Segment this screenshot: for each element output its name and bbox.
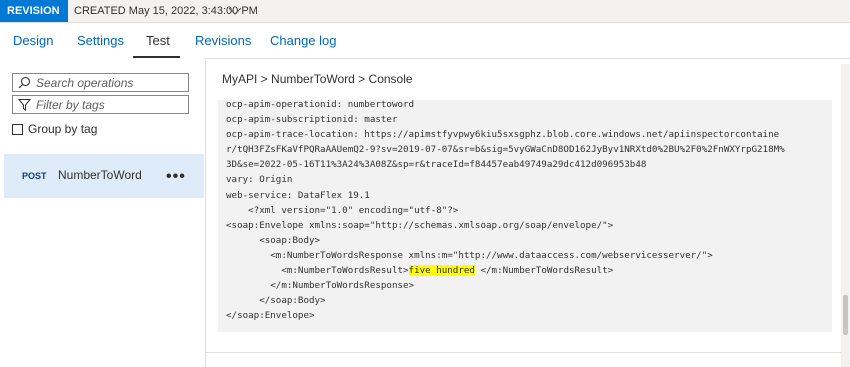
console-line: r/tQH3FZsFKaVfPQRaAAUemQ2-9?sv=2019-07-0… [226, 144, 785, 156]
operation-item[interactable]: POST NumberToWord ••• [4, 154, 204, 198]
group-by-tag-label: Group by tag [28, 122, 98, 136]
console-line: ocp-apim-subscriptionid: master [226, 114, 398, 126]
more-options-icon[interactable]: ••• [166, 168, 186, 186]
revision-badge[interactable]: REVISION 1 [0, 0, 68, 39]
breadcrumb-separator: > [257, 72, 272, 86]
breadcrumb-operation[interactable]: NumberToWord [271, 72, 355, 86]
breadcrumb-api[interactable]: MyAPI [222, 72, 257, 86]
console-response: ocp-apim-operationid: numbertoword ocp-ap… [218, 100, 832, 332]
console-line: <soap:Envelope xmlns:soap="http://schema… [226, 219, 614, 231]
operation-name: NumberToWord [58, 168, 142, 182]
operations-panel: Group by tag POST NumberToWord ••• [0, 58, 206, 367]
breadcrumb: MyAPI > NumberToWord > Console [222, 72, 413, 86]
tab-revisions[interactable]: Revisions [195, 22, 251, 58]
console-line: <?xml version="1.0" encoding="utf-8"?> [226, 204, 459, 216]
tab-design[interactable]: Design [13, 22, 53, 58]
console-line: </m:NumberToWordsResponse> [226, 280, 415, 292]
console-result-line: <m:NumberToWordsResult>five hundred </m:… [226, 263, 824, 278]
http-method-badge: POST [22, 171, 47, 181]
revision-bar: REVISION 1 CREATED May 15, 2022, 3:43:00… [0, 0, 850, 39]
console-line: vary: Origin [226, 174, 293, 186]
filter-input[interactable] [36, 97, 186, 112]
chevron-down-icon[interactable] [228, 5, 242, 17]
tab-test[interactable]: Test [146, 22, 170, 58]
group-by-tag-checkbox[interactable] [12, 123, 23, 135]
breadcrumb-separator: > [354, 72, 369, 86]
tab-change-log[interactable]: Change log [270, 22, 337, 58]
search-icon [18, 76, 31, 89]
result-open-tag: <m:NumberToWordsResult> [226, 265, 409, 277]
scrollbar-thumb[interactable] [843, 295, 848, 335]
result-close-tag: </m:NumberToWordsResult> [474, 265, 614, 277]
group-by-tag-toggle[interactable]: Group by tag [12, 121, 97, 137]
tab-settings[interactable]: Settings [77, 22, 124, 58]
console-line: ocp-apim-operationid: numbertoword [226, 100, 415, 110]
tab-bar: Design Settings Test Revisions Change lo… [0, 22, 850, 59]
breadcrumb-current: Console [368, 72, 413, 86]
console-line: <m:NumberToWordsResponse xmlns:m="http:/… [226, 249, 713, 261]
search-box [12, 73, 189, 92]
highlighted-result-value: five hundred [408, 265, 475, 277]
search-input[interactable] [36, 75, 186, 90]
filter-icon [18, 99, 31, 111]
console-line: </soap:Envelope> [226, 310, 315, 322]
console-line: web-service: DataFlex 19.1 [226, 189, 370, 201]
console-line: ocp-apim-trace-location: https://apimstf… [226, 129, 780, 141]
console-line: </soap:Body> [226, 295, 326, 307]
filter-box [12, 95, 189, 114]
console-line: 3D&se=2022-05-16T11%3A24%3A08Z&sp=r&trac… [226, 159, 647, 171]
divider [205, 352, 850, 353]
console-line: <soap:Body> [226, 234, 321, 246]
